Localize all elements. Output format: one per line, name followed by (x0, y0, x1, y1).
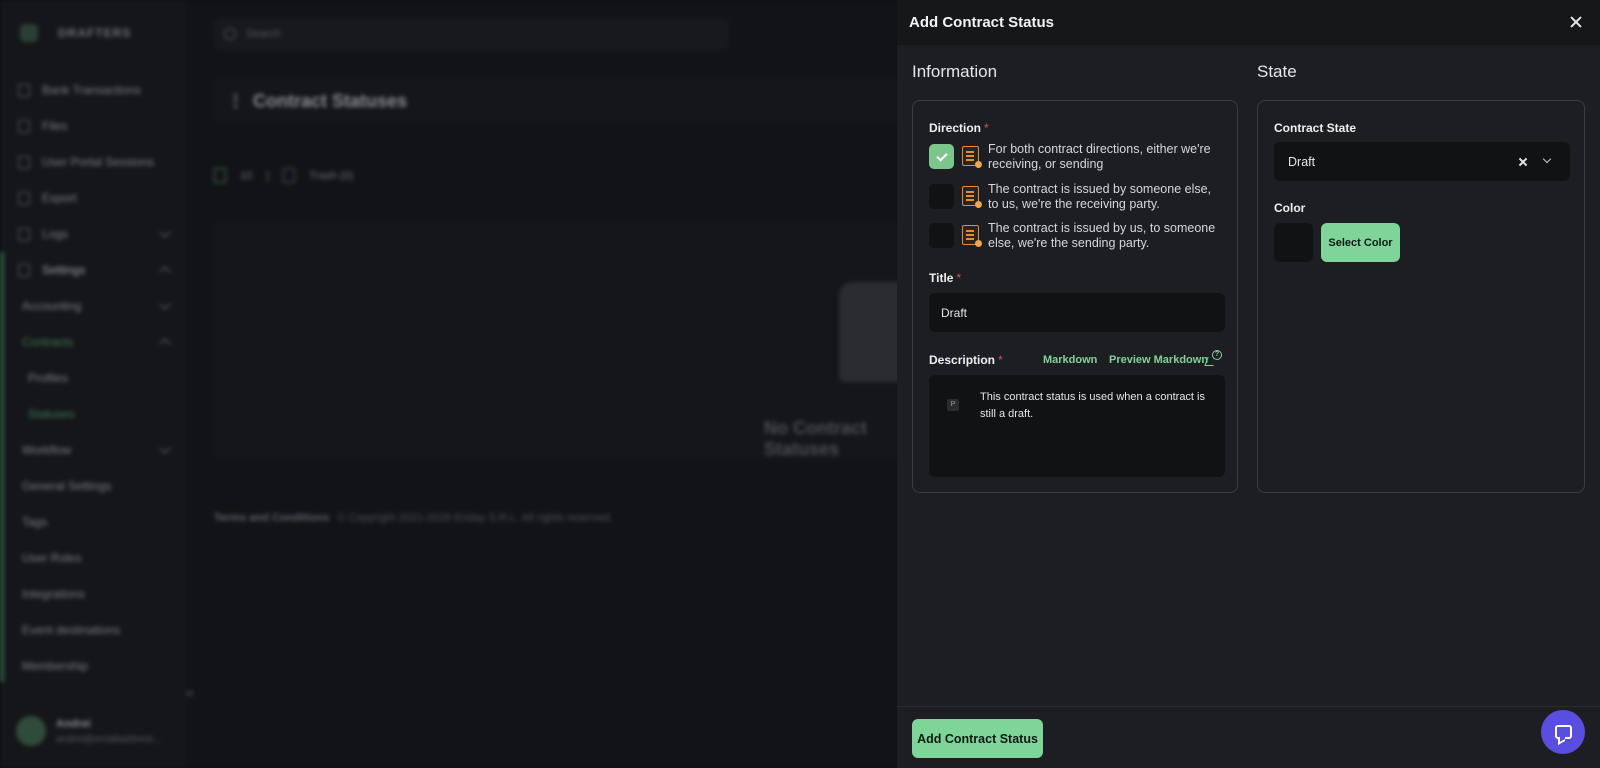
sidebar: DRAFTERS Bank Transactions Files User Po… (0, 0, 185, 768)
chevron-down-icon[interactable] (1542, 154, 1552, 164)
select-color-button[interactable]: Select Color (1321, 223, 1400, 262)
state-panel: Contract State Draft Color Select Color (1257, 100, 1585, 493)
drawer-title: Add Contract Status (909, 14, 1055, 31)
clear-icon[interactable] (1517, 156, 1529, 168)
sidebar-item-general-settings[interactable]: General Settings (0, 468, 185, 504)
page-title: Contract Statuses (253, 90, 408, 111)
sidebar-item-user-roles[interactable]: User Roles (0, 540, 185, 576)
session-icon (18, 155, 30, 169)
sidebar-item-accounting[interactable]: Accounting (0, 288, 185, 324)
items-count[interactable]: 10 (240, 170, 252, 182)
document-icon (214, 168, 226, 183)
logs-icon (18, 227, 30, 241)
chevron-down-icon (159, 226, 171, 238)
brand: DRAFTERS (20, 24, 131, 42)
drag-handle-icon (234, 94, 237, 108)
sidebar-item-profiles[interactable]: Profiles (0, 360, 185, 396)
drawer-footer: Add Contract Status (897, 706, 1600, 768)
description-text: This contract status is used when a cont… (980, 391, 1205, 420)
information-panel: Direction * For both contract directions,… (912, 100, 1238, 493)
contract-state-select[interactable]: Draft (1274, 142, 1570, 181)
sidebar-item-tags[interactable]: Tags (0, 504, 185, 540)
sidebar-item-statuses[interactable]: Statuses (0, 396, 185, 432)
terms-link[interactable]: Terms and Conditions (214, 512, 329, 524)
sidebar-item-membership[interactable]: Membership (0, 648, 185, 684)
empty-state-card: No Contract Statuses (214, 222, 919, 460)
collapse-sidebar-icon[interactable]: « (186, 684, 206, 704)
markdown-tab[interactable]: Markdown (1043, 354, 1097, 366)
information-heading: Information (912, 62, 998, 81)
sidebar-item-export[interactable]: Export (0, 180, 185, 216)
global-search[interactable]: Search (214, 18, 729, 50)
sidebar-item-logs[interactable]: Logs (0, 216, 185, 252)
trash-icon (283, 168, 296, 183)
brand-name: DRAFTERS (58, 26, 132, 40)
title-label: Title * (929, 271, 962, 285)
copyright: © Copyright 2021-2026 Eriday S.R.L. All … (337, 512, 613, 524)
file-icon (18, 119, 30, 133)
add-contract-status-drawer: Add Contract Status Information State Di… (897, 0, 1600, 768)
avatar (16, 716, 46, 746)
state-heading: State (1257, 62, 1297, 81)
description-editor[interactable]: P This contract status is used when a co… (929, 375, 1225, 477)
user-name: Andrei (56, 717, 91, 730)
chevron-down-icon (159, 442, 171, 454)
direction-option-receiving[interactable]: The contract is issued by someone else, … (929, 182, 1219, 212)
sidebar-item-contracts[interactable]: Contracts (0, 324, 185, 360)
sidebar-item-files[interactable]: Files (0, 108, 185, 144)
chat-icon (1554, 725, 1572, 739)
direction-sending-checkbox[interactable] (929, 223, 954, 248)
sidebar-item-bank-transactions[interactable]: Bank Transactions (0, 72, 185, 108)
chevron-down-icon (159, 298, 171, 310)
direction-receiving-checkbox[interactable] (929, 184, 954, 209)
contract-state-value: Draft (1288, 154, 1316, 169)
settings-icon (18, 263, 30, 277)
color-label: Color (1274, 201, 1306, 215)
chevron-up-icon (159, 338, 171, 350)
empty-state-text: No Contract Statuses (764, 418, 867, 459)
title-input[interactable]: Draft (929, 293, 1225, 332)
direction-option-both[interactable]: For both contract directions, either we'… (929, 142, 1219, 172)
add-contract-status-button[interactable]: Add Contract Status (912, 719, 1043, 758)
markdown-help-icon[interactable]: ? (1204, 350, 1222, 366)
brand-logo-icon (20, 24, 38, 42)
description-label: Description * (929, 353, 1003, 367)
sidebar-item-integrations[interactable]: Integrations (0, 576, 185, 612)
contract-state-label: Contract State (1274, 121, 1357, 135)
direction-both-checkbox[interactable] (929, 144, 954, 169)
direction-label: Direction * (929, 121, 989, 135)
sidebar-item-event-destinations[interactable]: Event destinations (0, 612, 185, 648)
contract-document-icon (962, 146, 982, 168)
list-toolbar: 10 | Trash (0) (214, 168, 353, 183)
sidebar-item-settings[interactable]: Settings (0, 252, 185, 288)
user-email: andrei@emailaddress... (56, 733, 162, 745)
search-placeholder: Search (246, 28, 281, 40)
search-icon (224, 28, 236, 40)
page-footer: Terms and Conditions © Copyright 2021-20… (214, 512, 613, 524)
close-icon[interactable] (1566, 12, 1586, 32)
trash-link[interactable]: Trash (0) (309, 170, 353, 182)
contract-document-icon (962, 186, 982, 208)
user-profile[interactable]: Andrei andrei@emailaddress... (16, 716, 162, 746)
direction-option-sending[interactable]: The contract is issued by us, to someone… (929, 221, 1219, 251)
contract-document-icon (962, 225, 982, 247)
paragraph-block-icon: P (947, 399, 959, 411)
bank-icon (18, 83, 30, 97)
chevron-up-icon (159, 266, 171, 278)
sidebar-item-user-portal-sessions[interactable]: User Portal Sessions (0, 144, 185, 180)
chat-button[interactable] (1541, 710, 1585, 754)
preview-markdown-tab[interactable]: Preview Markdown (1109, 354, 1208, 366)
color-swatch[interactable] (1274, 223, 1313, 262)
drawer-header: Add Contract Status (897, 0, 1600, 45)
page-header: Contract Statuses (214, 78, 900, 124)
export-icon (18, 191, 30, 205)
background-app: DRAFTERS Bank Transactions Files User Po… (0, 0, 919, 768)
sidebar-item-workflow[interactable]: Workflow (0, 432, 185, 468)
sidebar-nav: Bank Transactions Files User Portal Sess… (0, 72, 185, 684)
